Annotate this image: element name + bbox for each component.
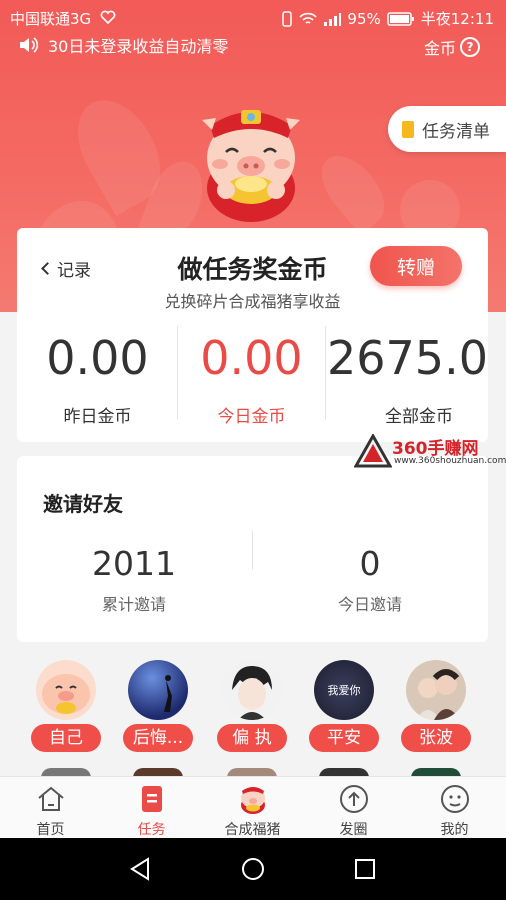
anime-avatar-icon <box>232 666 272 720</box>
speaker-icon <box>20 37 39 53</box>
friend-name: 自己 <box>31 724 101 752</box>
pig-mascot-icon <box>202 110 300 222</box>
tab-label: 发圈 <box>339 822 368 838</box>
friend-item[interactable]: 自己 <box>26 660 106 752</box>
wifi-icon <box>299 12 318 24</box>
pig-avatar-icon <box>42 674 90 714</box>
tab-share[interactable]: 发圈 <box>303 777 404 839</box>
task-list-button[interactable]: 任务清单 <box>388 106 506 152</box>
stat-label: 累计邀请 <box>101 595 166 614</box>
stat-label: 昨日金币 <box>63 407 132 427</box>
vibrate-icon <box>282 10 293 27</box>
friend-name: 平安 <box>309 724 379 752</box>
tab-label: 任务 <box>137 822 166 838</box>
question-icon: ? <box>460 37 480 57</box>
friend-item[interactable]: 我爱你 平安 <box>304 660 384 752</box>
friends-row: 自己 后悔... 偏 执 我爱你 平安 张波 <box>0 660 506 776</box>
carrier-label: 中国联通3G <box>10 10 92 28</box>
friend-item[interactable]: 偏 执 <box>212 660 292 752</box>
friend-item[interactable]: 张波 <box>396 660 476 752</box>
expiry-notice: 30日未登录收益自动清零 <box>18 34 228 56</box>
coin-help-button[interactable]: 金币 ? <box>424 35 480 59</box>
stat-value: 0 <box>359 544 381 583</box>
stat-value: 0.00 <box>46 331 149 385</box>
stat-label: 今日邀请 <box>337 595 402 614</box>
family-photo-icon <box>416 669 460 720</box>
invite-card: 邀请好友 2011 累计邀请 0 今日邀请 <box>17 456 488 642</box>
stat-total: 2675.00 全部金币 <box>327 328 488 427</box>
system-nav-bar <box>0 838 506 900</box>
gift-button[interactable]: 转赠 <box>370 246 462 286</box>
invite-heading: 邀请好友 <box>43 492 123 516</box>
stat-value: 0.00 <box>200 331 303 385</box>
coin-card: 记录 做任务奖金币 兑换碎片合成福猪享收益 转赠 0.00 昨日金币 0.00 … <box>17 228 488 442</box>
tab-tasks[interactable]: 任务 <box>101 777 202 839</box>
bottom-tab-bar: 首页 任务 合成福猪 发圈 我的 <box>0 776 506 838</box>
task-icon <box>141 786 162 812</box>
stat-today: 0.00 今日金币 <box>173 328 330 427</box>
avatar: 我爱你 <box>314 660 374 720</box>
battery-icon <box>387 11 414 26</box>
coin-card-subtitle: 兑换碎片合成福猪享收益 <box>164 292 341 311</box>
stat-value: 2011 <box>92 544 176 583</box>
task-list-label: 任务清单 <box>422 121 490 142</box>
avatar-text: 我爱你 <box>327 684 361 697</box>
signal-icon <box>324 12 342 26</box>
coin-help-label: 金币 <box>423 39 456 58</box>
tab-label: 首页 <box>36 822 65 838</box>
tab-home[interactable]: 首页 <box>0 777 101 839</box>
tab-profile[interactable]: 我的 <box>404 777 505 839</box>
tab-label: 合成福猪 <box>224 822 281 838</box>
home-icon <box>37 786 64 811</box>
watermark-url: www.360shouzhuan.com <box>394 456 506 466</box>
task-list-icon <box>402 120 414 138</box>
stat-label: 今日金币 <box>217 407 286 427</box>
friend-name: 偏 执 <box>217 724 287 752</box>
tab-label: 我的 <box>440 822 469 838</box>
upload-icon <box>339 785 368 813</box>
avatar <box>406 660 466 720</box>
avatar <box>36 660 96 720</box>
clock: 半夜12:11 <box>420 10 494 28</box>
back-triangle-icon[interactable] <box>128 857 152 881</box>
friend-item[interactable]: 后悔... <box>118 660 198 752</box>
stat-total-invites: 2011 累计邀请 <box>17 544 251 615</box>
tab-pig[interactable]: 合成福猪 <box>202 777 303 839</box>
site-watermark: 360手赚网 www.360shouzhuan.com <box>352 432 506 472</box>
battery-percent: 95% <box>347 9 381 28</box>
avatar <box>128 660 188 720</box>
stat-yesterday: 0.00 昨日金币 <box>19 328 176 427</box>
friend-name: 后悔... <box>123 724 193 752</box>
watermark-logo-icon <box>354 434 392 468</box>
home-circle-icon[interactable] <box>241 857 265 881</box>
stat-today-invites: 0 今日邀请 <box>253 544 487 615</box>
profile-icon <box>440 785 469 813</box>
avatar <box>222 660 282 720</box>
heart-pulse-icon <box>100 10 116 24</box>
stat-label: 全部金币 <box>385 407 453 427</box>
fortune-pig-illustration[interactable] <box>196 102 306 222</box>
status-bar: 中国联通3G 95% 半夜12:11 <box>0 0 506 34</box>
friend-name: 张波 <box>401 724 471 752</box>
notice-text: 30日未登录收益自动清零 <box>48 37 229 56</box>
recents-square-icon[interactable] <box>354 858 376 880</box>
divider <box>325 326 326 420</box>
stat-value: 2675.00 <box>327 331 488 385</box>
pig-icon <box>240 787 265 814</box>
silhouette-icon <box>164 675 172 712</box>
